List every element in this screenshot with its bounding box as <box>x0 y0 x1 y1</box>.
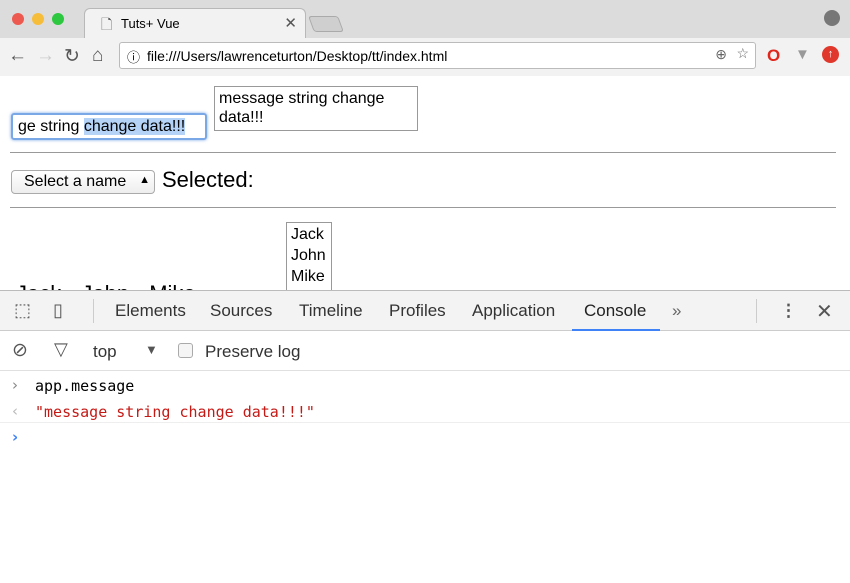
close-window-button[interactable] <box>12 13 24 25</box>
new-tab-button[interactable] <box>308 16 344 32</box>
menu-icon[interactable]: ⋮ <box>780 301 797 321</box>
browser-tab[interactable]: 🗋 Tuts+ Vue ✕ <box>84 8 306 38</box>
console-command: app.message <box>35 377 135 395</box>
toolbar: ← → ↻ ⌂ ⓘ file:///Users/lawrenceturton/D… <box>0 38 850 76</box>
minimize-window-button[interactable] <box>32 13 44 25</box>
device-toolbar-icon[interactable]: ▯ <box>53 300 63 321</box>
page-icon: 🗋 <box>101 16 113 32</box>
tab-application[interactable]: Application <box>472 301 555 321</box>
close-tab-icon[interactable]: ✕ <box>284 14 297 32</box>
console-filter-bar: ⊘ ▽ top ▼ Preserve log <box>0 331 850 371</box>
preserve-log-label: Preserve log <box>205 342 301 361</box>
name-select[interactable]: Select a name ▲ <box>11 170 155 194</box>
browser-chrome: 🗋 Tuts+ Vue ✕ ← → ↻ ⌂ ⓘ file:///Users/la… <box>0 0 850 76</box>
tab-profiles[interactable]: Profiles <box>389 301 446 321</box>
extension-icon[interactable]: ↑ <box>822 46 839 63</box>
divider <box>10 207 836 208</box>
back-icon[interactable]: ← <box>8 45 27 67</box>
selected-text: change data!!! <box>83 118 186 135</box>
input-text: ge string <box>18 118 84 135</box>
console-input-line: › app.message <box>0 371 850 397</box>
name-listbox[interactable]: Jack John Mike <box>286 222 332 290</box>
tab-timeline[interactable]: Timeline <box>299 301 363 321</box>
close-devtools-icon[interactable]: ✕ <box>816 299 833 324</box>
url-text: file:///Users/lawrenceturton/Desktop/tt/… <box>147 48 448 64</box>
context-select[interactable]: top <box>93 342 117 362</box>
tab-elements[interactable]: Elements <box>115 301 186 321</box>
star-icon[interactable]: ☆ <box>736 45 749 62</box>
page-content: ge string change data!!! message string … <box>0 77 850 290</box>
vue-devtools-icon[interactable]: ▼ <box>795 46 810 63</box>
profile-icon[interactable] <box>824 10 840 26</box>
devtools-tabbar: ⬚ ▯ Elements Sources Timeline Profiles A… <box>0 291 850 331</box>
reload-icon[interactable]: ↻ <box>64 45 80 68</box>
forward-icon[interactable]: → <box>36 45 55 67</box>
divider <box>10 152 836 153</box>
checkbox-row: Jack John Mike <box>16 281 210 290</box>
console-result: "message string change data!!!" <box>35 403 315 421</box>
zoom-icon[interactable]: ⊕ <box>715 46 727 63</box>
clear-console-icon[interactable]: ⊘ <box>12 339 28 362</box>
message-input[interactable]: ge string change data!!! <box>11 113 207 140</box>
opera-icon[interactable]: O <box>767 46 780 66</box>
tab-title: Tuts+ Vue <box>121 16 180 31</box>
tab-console[interactable]: Console <box>584 301 646 321</box>
prompt-icon: › <box>12 428 19 446</box>
output-arrow-icon: ‹ <box>12 402 18 420</box>
more-tabs-button[interactable]: » <box>672 301 681 321</box>
listbox-option[interactable]: John <box>291 245 327 266</box>
checkbox-john[interactable]: John <box>81 281 129 290</box>
address-bar[interactable]: ⓘ file:///Users/lawrenceturton/Desktop/t… <box>119 42 756 69</box>
devtools-panel: ⬚ ▯ Elements Sources Timeline Profiles A… <box>0 290 850 583</box>
context-dropdown-icon[interactable]: ▼ <box>145 342 158 357</box>
listbox-option[interactable]: Mike <box>291 266 327 287</box>
filter-icon[interactable]: ▽ <box>54 339 68 360</box>
tab-sources[interactable]: Sources <box>210 301 272 321</box>
console-prompt[interactable]: › <box>0 423 850 449</box>
checkbox-jack[interactable]: Jack <box>16 281 61 290</box>
info-icon: ⓘ <box>127 50 141 65</box>
message-textarea[interactable]: message string change data!!! <box>214 86 418 131</box>
home-icon[interactable]: ⌂ <box>92 45 103 67</box>
select-value: Select a name <box>24 173 127 190</box>
listbox-option[interactable]: Jack <box>291 224 327 245</box>
preserve-log-checkbox[interactable] <box>178 343 193 358</box>
maximize-window-button[interactable] <box>52 13 64 25</box>
checkbox-mike[interactable]: Mike <box>149 281 195 290</box>
input-prompt-icon: › <box>12 376 18 394</box>
selected-label: Selected: <box>162 167 254 192</box>
inspect-icon[interactable]: ⬚ <box>14 300 31 321</box>
console-output-line: ‹ "message string change data!!!" <box>0 397 850 423</box>
